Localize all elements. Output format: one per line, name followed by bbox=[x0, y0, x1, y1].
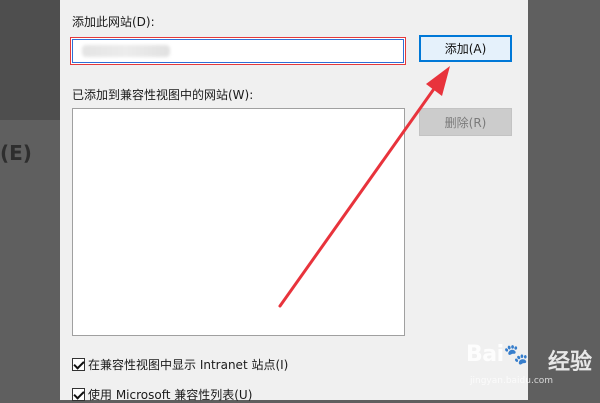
paw-icon: 🐾 bbox=[503, 342, 529, 366]
intranet-sites-option[interactable]: 在兼容性视图中显示 Intranet 站点(I) bbox=[72, 356, 288, 373]
add-button[interactable]: 添加(A) bbox=[419, 35, 512, 62]
intranet-sites-label: 在兼容性视图中显示 Intranet 站点(I) bbox=[88, 358, 289, 372]
sites-list-label: 已添加到兼容性视图中的网站(W): bbox=[72, 88, 254, 102]
microsoft-list-label: 使用 Microsoft 兼容性列表(U) bbox=[88, 388, 253, 402]
microsoft-list-checkbox[interactable] bbox=[72, 388, 85, 401]
baidu-jingyan-watermark: Bai🐾 经验 jingyan.baidu.com bbox=[460, 340, 600, 400]
intranet-sites-checkbox[interactable] bbox=[72, 358, 85, 371]
blurred-url-text bbox=[82, 45, 170, 57]
add-site-label: 添加此网站(D): bbox=[72, 15, 155, 29]
watermark-url: jingyan.baidu.com bbox=[470, 376, 554, 386]
compatibility-sites-list[interactable] bbox=[72, 108, 405, 336]
watermark-jingyan: 经验 bbox=[548, 350, 593, 375]
watermark-logo: Bai🐾 bbox=[466, 342, 529, 367]
background-window bbox=[0, 0, 60, 120]
microsoft-list-option[interactable]: 使用 Microsoft 兼容性列表(U) bbox=[72, 386, 252, 403]
remove-button[interactable]: 删除(R) bbox=[419, 108, 512, 136]
background-menu-label: (E) bbox=[0, 141, 32, 165]
